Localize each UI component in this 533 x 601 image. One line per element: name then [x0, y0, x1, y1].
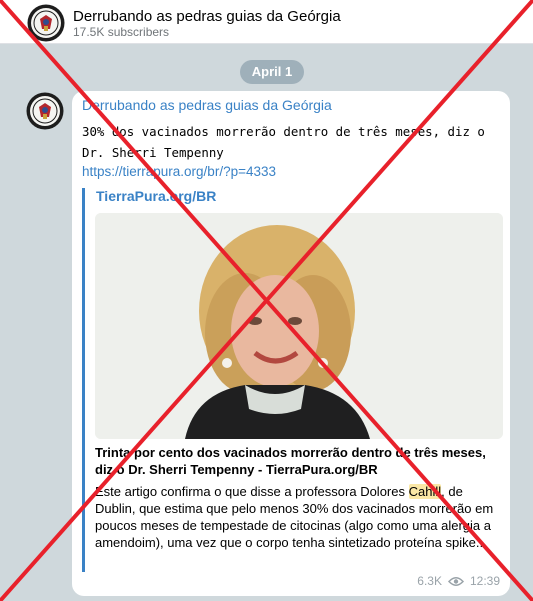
message-author[interactable]: Derrubando as pedras guias da Geórgia [82, 97, 332, 113]
preview-description: Este artigo confirma o que disse a profe… [95, 483, 505, 551]
message-text: 30% dos vacinados morrerão dentro de trê… [82, 124, 485, 160]
chat-header[interactable]: Derrubando as pedras guias da Geórgia 17… [0, 0, 533, 44]
message-bubble[interactable]: Derrubando as pedras guias da Geórgia 30… [72, 91, 510, 596]
portrait-photo [95, 213, 503, 439]
view-count: 6.3K [417, 574, 442, 588]
message-time: 12:39 [469, 574, 500, 588]
preview-title[interactable]: Trinta por cento dos vacinados morrerão … [95, 444, 505, 478]
message-meta: 6.3K 12:39 [417, 574, 500, 588]
link-preview[interactable]: TierraPura.org/BR Trinta por cento dos v… [82, 188, 505, 572]
message-link[interactable]: https://tierrapura.org/br/?p=4333 [82, 164, 276, 179]
subscriber-count: 17.5K subscribers [73, 25, 170, 39]
eye-icon [447, 576, 464, 586]
preview-site-name[interactable]: TierraPura.org/BR [96, 188, 216, 204]
channel-avatar[interactable] [27, 4, 65, 42]
preview-desc-part1: Este artigo confirma o que disse a profe… [95, 484, 409, 499]
date-separator[interactable]: April 1 [240, 60, 304, 84]
channel-title: Derrubando as pedras guias da Geórgia [73, 8, 341, 25]
post-channel-avatar[interactable] [26, 92, 64, 130]
preview-image[interactable] [95, 213, 503, 439]
search-highlight: Cahill [408, 484, 442, 499]
